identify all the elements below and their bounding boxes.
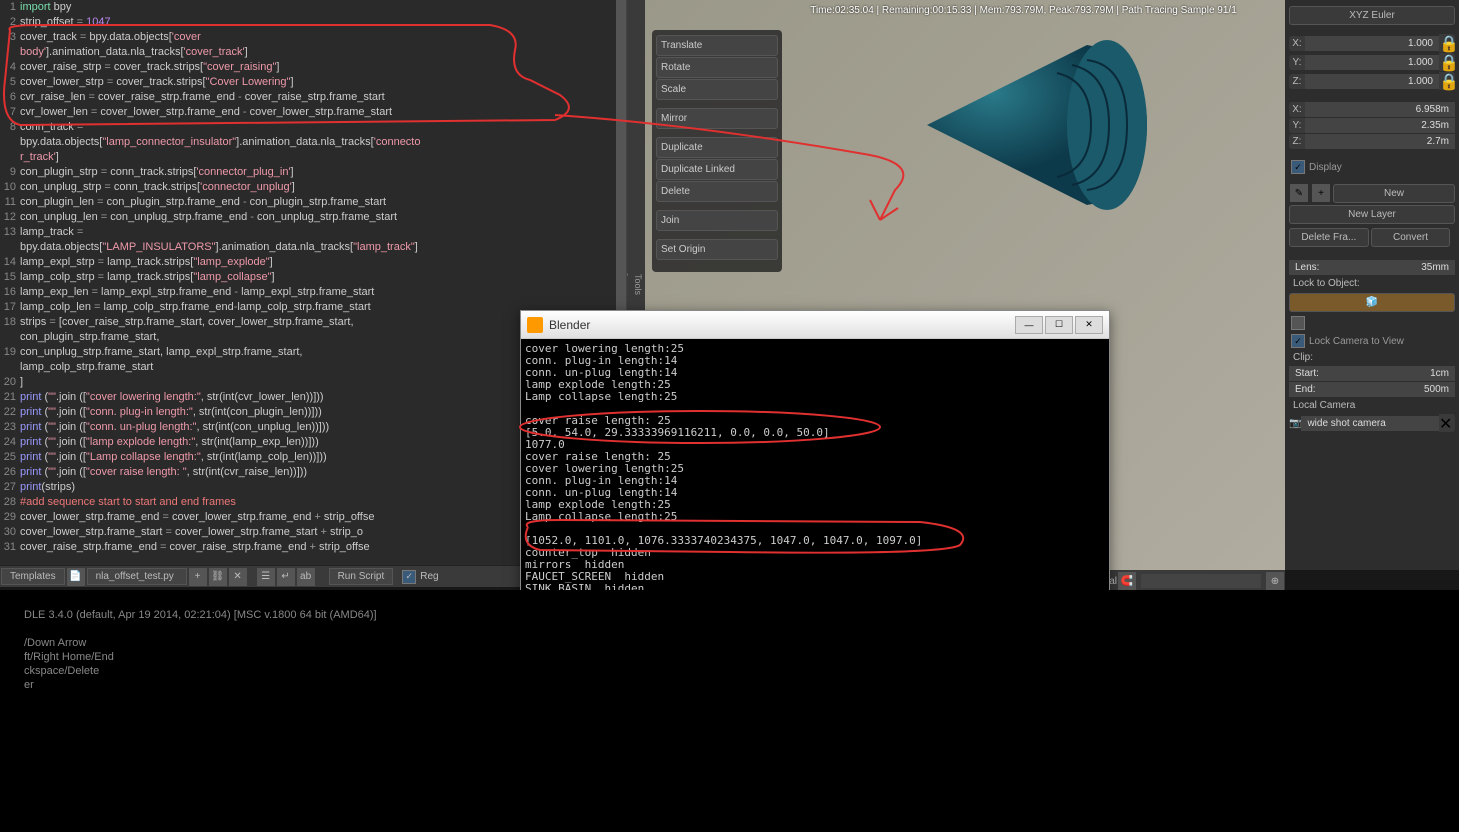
render-header: Time:02:35.04 | Remaining:00:15.33 | Mem…: [767, 5, 1280, 16]
duplicate-button[interactable]: Duplicate: [656, 137, 778, 158]
scale-z-label: Z:: [1289, 74, 1305, 89]
maximize-button[interactable]: ☐: [1045, 316, 1073, 334]
scale-x-label: X:: [1289, 36, 1305, 51]
lens-label: Lens:: [1289, 260, 1329, 275]
clip-start-field[interactable]: 1cm: [1329, 366, 1455, 381]
snap-icon[interactable]: 🧲: [1118, 572, 1136, 590]
file-icon[interactable]: 📄: [67, 568, 85, 586]
display-label: Display: [1309, 162, 1342, 173]
lock-object-field[interactable]: 🧊: [1289, 293, 1455, 312]
plus-icon[interactable]: +: [1312, 184, 1330, 202]
dim-z-field[interactable]: 2.7m: [1305, 134, 1455, 149]
dim-x-label: X:: [1289, 102, 1305, 117]
rendered-object: [887, 25, 1167, 225]
lock-object-label: Lock to Object:: [1289, 276, 1455, 291]
local-camera-label: Local Camera: [1289, 398, 1455, 413]
widget-icon[interactable]: ⊕: [1266, 572, 1284, 590]
mirror-button[interactable]: Mirror: [656, 108, 778, 129]
lock-camera-check[interactable]: ✓: [1291, 334, 1305, 348]
rotate-button[interactable]: Rotate: [656, 57, 778, 78]
scale-y-label: Y:: [1289, 55, 1305, 70]
lens-field[interactable]: 35mm: [1329, 260, 1455, 275]
display-check[interactable]: ✓: [1291, 160, 1305, 174]
clip-start-label: Start:: [1289, 366, 1329, 381]
scale-x-field[interactable]: 1.000: [1305, 36, 1439, 51]
register-check[interactable]: ✓: [402, 570, 416, 584]
properties-panel: XYZ Euler X: 1.000 🔒 Y: 1.000 🔒 Z: 1.000…: [1285, 0, 1459, 570]
dim-x-field[interactable]: 6.958m: [1305, 102, 1455, 117]
templates-button[interactable]: Templates: [1, 568, 65, 585]
dim-y-label: Y:: [1289, 118, 1305, 133]
python-console[interactable]: DLE 3.4.0 (default, Apr 19 2014, 02:21:0…: [0, 590, 1459, 832]
translate-button[interactable]: Translate: [656, 35, 778, 56]
duplicate-linked-button[interactable]: Duplicate Linked: [656, 159, 778, 180]
camera-field[interactable]: wide shot camera: [1301, 416, 1439, 431]
scale-button[interactable]: Scale: [656, 79, 778, 100]
scale-y-field[interactable]: 1.000: [1305, 55, 1439, 70]
rotation-mode-dropdown[interactable]: XYZ Euler: [1289, 6, 1455, 25]
lock-icon[interactable]: 🔒: [1439, 72, 1455, 90]
filename-field[interactable]: nla_offset_test.py: [87, 568, 187, 585]
window-titlebar[interactable]: Blender — ☐ ✕: [521, 311, 1109, 339]
new-button[interactable]: New: [1333, 184, 1455, 203]
lock-icon[interactable]: 🔒: [1439, 34, 1455, 52]
lock-check[interactable]: [1291, 316, 1305, 330]
window-title: Blender: [549, 318, 1015, 332]
register-label: Reg: [420, 571, 438, 582]
clip-end-label: End:: [1289, 382, 1329, 397]
dim-y-field[interactable]: 2.35m: [1305, 118, 1455, 133]
layers-grid[interactable]: [1141, 574, 1261, 588]
blender-icon: [527, 317, 543, 333]
minimize-button[interactable]: —: [1015, 316, 1043, 334]
delete-frame-button[interactable]: Delete Fra...: [1289, 228, 1369, 247]
unlink-icon[interactable]: ⛓: [209, 568, 227, 586]
join-button[interactable]: Join: [656, 210, 778, 231]
pencil-icon[interactable]: ✎: [1290, 184, 1308, 202]
run-script-button[interactable]: Run Script: [329, 568, 394, 585]
tool-panel: Translate Rotate Scale Mirror Duplicate …: [652, 30, 782, 272]
clip-label: Clip:: [1289, 350, 1455, 365]
syntax-icon[interactable]: ab: [297, 568, 315, 586]
clip-end-field[interactable]: 500m: [1329, 382, 1455, 397]
convert-button[interactable]: Convert: [1371, 228, 1451, 247]
linenums-icon[interactable]: ☰: [257, 568, 275, 586]
dim-z-label: Z:: [1289, 134, 1305, 149]
close-button[interactable]: ✕: [1075, 316, 1103, 334]
set-origin-button[interactable]: Set Origin: [656, 239, 778, 260]
wrap-icon[interactable]: ↵: [277, 568, 295, 586]
add-icon[interactable]: +: [189, 568, 207, 586]
scale-z-field[interactable]: 1.000: [1305, 74, 1439, 89]
lock-icon[interactable]: 🔒: [1439, 53, 1455, 71]
clear-icon[interactable]: ✕: [1439, 414, 1455, 432]
delete-button[interactable]: Delete: [656, 181, 778, 202]
delete-icon[interactable]: ✕: [229, 568, 247, 586]
new-layer-button[interactable]: New Layer: [1289, 205, 1455, 224]
lock-camera-label: Lock Camera to View: [1309, 336, 1404, 347]
